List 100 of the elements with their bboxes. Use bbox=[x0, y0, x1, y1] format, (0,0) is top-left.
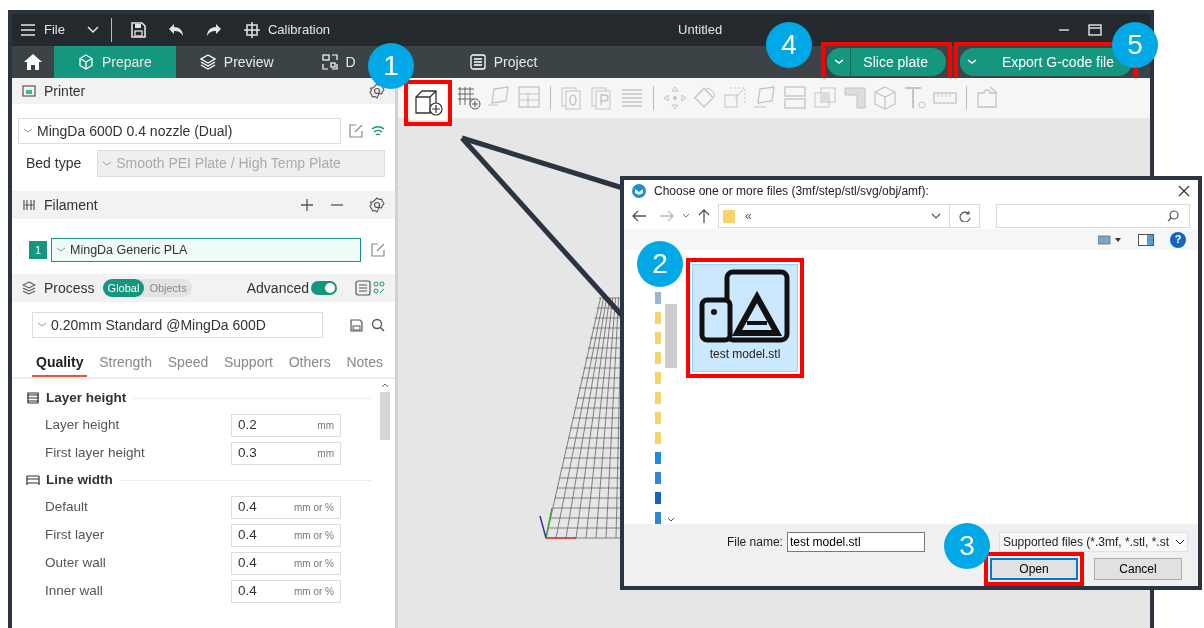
setting-input[interactable]: 0.3 mm bbox=[231, 441, 341, 465]
window-title: Untitled bbox=[678, 21, 723, 40]
filament-select[interactable]: MingDa Generic PLA bbox=[51, 238, 361, 262]
setting-input[interactable]: 0.2 mm bbox=[231, 413, 341, 437]
file-item[interactable]: test model.stl bbox=[692, 264, 798, 372]
setting-label: Layer height bbox=[44, 415, 121, 434]
caret-icon bbox=[965, 58, 978, 66]
chevron-down-icon bbox=[56, 247, 66, 253]
folder-icon[interactable] bbox=[655, 412, 661, 424]
scrollbar-thumb[interactable] bbox=[665, 304, 677, 368]
line-width-icon bbox=[26, 473, 40, 487]
settings-icon[interactable] bbox=[369, 197, 385, 213]
folder-icon[interactable] bbox=[655, 392, 661, 404]
folder-icon[interactable] bbox=[655, 312, 661, 324]
dialog-title: Choose one or more files (3mf/step/stl/svg/obj/amf): bbox=[654, 183, 930, 201]
scroll-down-icon[interactable] bbox=[667, 517, 675, 522]
section-title: Printer bbox=[44, 81, 87, 101]
scope-tab[interactable]: Global bbox=[102, 278, 145, 298]
crosshair-icon[interactable] bbox=[243, 22, 260, 38]
folder-icon[interactable] bbox=[655, 332, 661, 344]
undo-icon[interactable] bbox=[167, 23, 184, 37]
shaded-corner-icon[interactable] bbox=[842, 85, 868, 111]
edit-icon[interactable] bbox=[371, 243, 385, 257]
calibration-menu[interactable]: Calibration bbox=[267, 20, 331, 40]
folder-icon[interactable] bbox=[655, 372, 661, 384]
setting-label: Outer wall bbox=[44, 553, 107, 572]
cancel-button[interactable]: Cancel bbox=[1094, 558, 1182, 580]
nodes-icon[interactable] bbox=[373, 281, 385, 295]
view-options-icon[interactable] bbox=[1098, 234, 1122, 245]
chevron-down-icon bbox=[37, 322, 47, 328]
list-icon bbox=[469, 54, 486, 70]
back-arrow-icon[interactable] bbox=[632, 209, 646, 222]
list-icon[interactable] bbox=[355, 280, 371, 296]
wifi-icon[interactable] bbox=[371, 125, 385, 137]
layers-icon bbox=[199, 54, 216, 70]
scrollbar-thumb[interactable] bbox=[380, 392, 390, 440]
close-icon[interactable] bbox=[1178, 185, 1190, 198]
scroll-up-icon[interactable] bbox=[381, 383, 389, 388]
caret-icon bbox=[832, 58, 845, 66]
file-name-field[interactable]: test model.stl bbox=[786, 532, 925, 552]
search-field[interactable] bbox=[996, 203, 1190, 228]
edit-icon[interactable] bbox=[349, 124, 363, 138]
layout-icon[interactable] bbox=[516, 85, 542, 111]
advanced-toggle[interactable] bbox=[311, 281, 337, 295]
settings-tab[interactable]: Notes bbox=[342, 350, 387, 377]
advanced-label: Advanced bbox=[246, 278, 309, 298]
bed-type-label: Bed type bbox=[26, 154, 82, 173]
text-icon[interactable] bbox=[902, 85, 928, 111]
plus-icon[interactable] bbox=[301, 199, 313, 211]
menu-icon[interactable] bbox=[20, 23, 36, 37]
chevron-down-icon bbox=[931, 212, 941, 219]
printer-icon bbox=[22, 84, 36, 98]
setting-label: Default bbox=[44, 497, 89, 516]
overlap-squares-icon[interactable] bbox=[812, 85, 838, 111]
folder-icon[interactable] bbox=[655, 432, 661, 444]
file-name-label: File name: bbox=[726, 534, 783, 551]
open-button[interactable]: Open bbox=[990, 558, 1078, 580]
chevron-down-icon bbox=[1175, 539, 1185, 545]
grid-plus-icon[interactable] bbox=[456, 85, 482, 111]
scale-icon[interactable] bbox=[722, 85, 748, 111]
save-icon[interactable] bbox=[129, 22, 146, 38]
process-preset-select[interactable]: 0.20mm Standard @MingDa 600D bbox=[32, 312, 323, 338]
app-logo-icon bbox=[632, 184, 646, 199]
preview-pane-icon[interactable] bbox=[1138, 233, 1154, 246]
setting-input[interactable]: 0.4 mm or % bbox=[231, 495, 341, 519]
slice-plate-button[interactable]: Slice plate bbox=[827, 48, 946, 76]
address-bar[interactable]: « bbox=[718, 203, 980, 228]
help-button[interactable]: ? bbox=[1170, 231, 1186, 248]
tab[interactable]: Preview bbox=[175, 46, 298, 78]
up-arrow-icon[interactable] bbox=[698, 208, 710, 223]
setting-input[interactable]: 0.4 mm or % bbox=[231, 579, 341, 603]
setting-input[interactable]: 0.4 mm or % bbox=[231, 551, 341, 575]
settings-tab[interactable]: Others bbox=[284, 350, 335, 377]
tab[interactable]: Project bbox=[445, 46, 562, 78]
settings-tab[interactable]: Support bbox=[219, 350, 277, 377]
folder-icon[interactable] bbox=[655, 352, 661, 364]
settings-tab[interactable]: Speed bbox=[163, 350, 213, 377]
file-type-select[interactable]: Supported files (*.3mf, *.stl, *.st bbox=[998, 532, 1188, 552]
search-icon bbox=[1167, 209, 1179, 222]
split-rows-icon[interactable] bbox=[782, 85, 808, 111]
setting-label: Inner wall bbox=[44, 581, 104, 600]
device-frame-icon bbox=[321, 54, 338, 70]
redo-icon[interactable] bbox=[205, 23, 222, 37]
add-model-button[interactable] bbox=[410, 86, 446, 120]
maximize-icon[interactable] bbox=[1088, 24, 1102, 36]
file-type-icon bbox=[699, 269, 791, 343]
cube-icon[interactable] bbox=[872, 85, 898, 111]
search-icon[interactable] bbox=[371, 318, 385, 332]
settings-tab[interactable]: Strength bbox=[95, 350, 157, 377]
folder-icon bbox=[723, 208, 735, 223]
section-title: Filament bbox=[44, 195, 99, 215]
forward-arrow-icon[interactable] bbox=[660, 209, 674, 222]
setting-input[interactable]: 0.4 mm or % bbox=[231, 523, 341, 547]
move-arrows-icon[interactable] bbox=[662, 85, 688, 111]
tilted-plate-icon[interactable] bbox=[752, 85, 778, 111]
file-menu[interactable]: File bbox=[44, 20, 65, 40]
settings-tab[interactable]: Quality bbox=[32, 350, 88, 377]
settings-icon[interactable] bbox=[369, 83, 385, 99]
printer-select[interactable]: MingDa 600D 0.4 nozzle (Dual) bbox=[18, 118, 341, 144]
home-icon[interactable] bbox=[23, 53, 43, 71]
